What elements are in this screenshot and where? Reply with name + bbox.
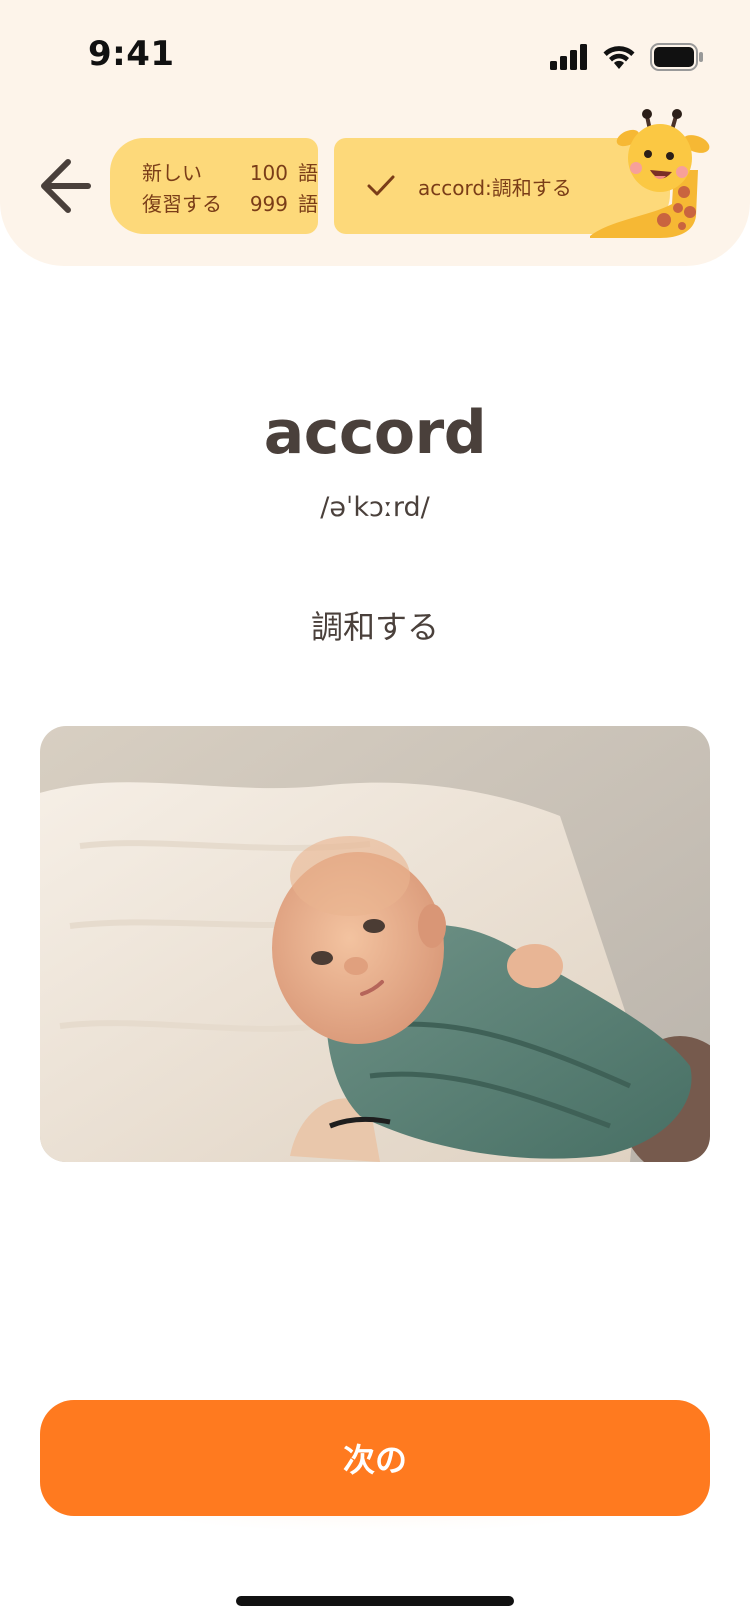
status-time: 9:41	[88, 34, 175, 74]
word-card-screen: 9:41 新しい 100 語 復習する 999 語 accord:調和する ac…	[0, 0, 750, 1624]
new-words-count: 100	[249, 161, 288, 185]
wifi-icon	[603, 46, 635, 69]
home-indicator[interactable]	[236, 1596, 514, 1606]
word-count-stats: 新しい 100 語 復習する 999 語	[110, 138, 318, 234]
back-button[interactable]	[34, 150, 98, 222]
next-button[interactable]: 次の	[40, 1400, 710, 1516]
cellular-signal-icon	[550, 44, 587, 70]
giraffe-mascot-icon	[590, 109, 710, 238]
vocabulary-word: accord	[263, 398, 487, 468]
review-words-unit: 語	[298, 192, 318, 216]
arrow-left-icon	[41, 159, 91, 213]
check-icon	[364, 169, 398, 203]
word-translation: 調和する	[310, 608, 439, 646]
review-words-label: 復習する	[142, 192, 222, 216]
status-bar: 9:41	[0, 0, 750, 112]
phonetic-transcription: /əˈkɔːrd/	[320, 492, 430, 523]
word-illustration-photo	[40, 726, 710, 1162]
new-words-label: 新しい	[142, 161, 202, 185]
review-words-row: 復習する 999 語	[142, 189, 318, 220]
new-words-unit: 語	[298, 161, 318, 185]
new-words-row: 新しい 100 語	[142, 158, 318, 189]
battery-icon	[650, 43, 703, 71]
learned-word-text: accord:調和する	[418, 175, 572, 200]
status-icons	[550, 42, 704, 72]
review-words-count: 999	[249, 192, 288, 216]
